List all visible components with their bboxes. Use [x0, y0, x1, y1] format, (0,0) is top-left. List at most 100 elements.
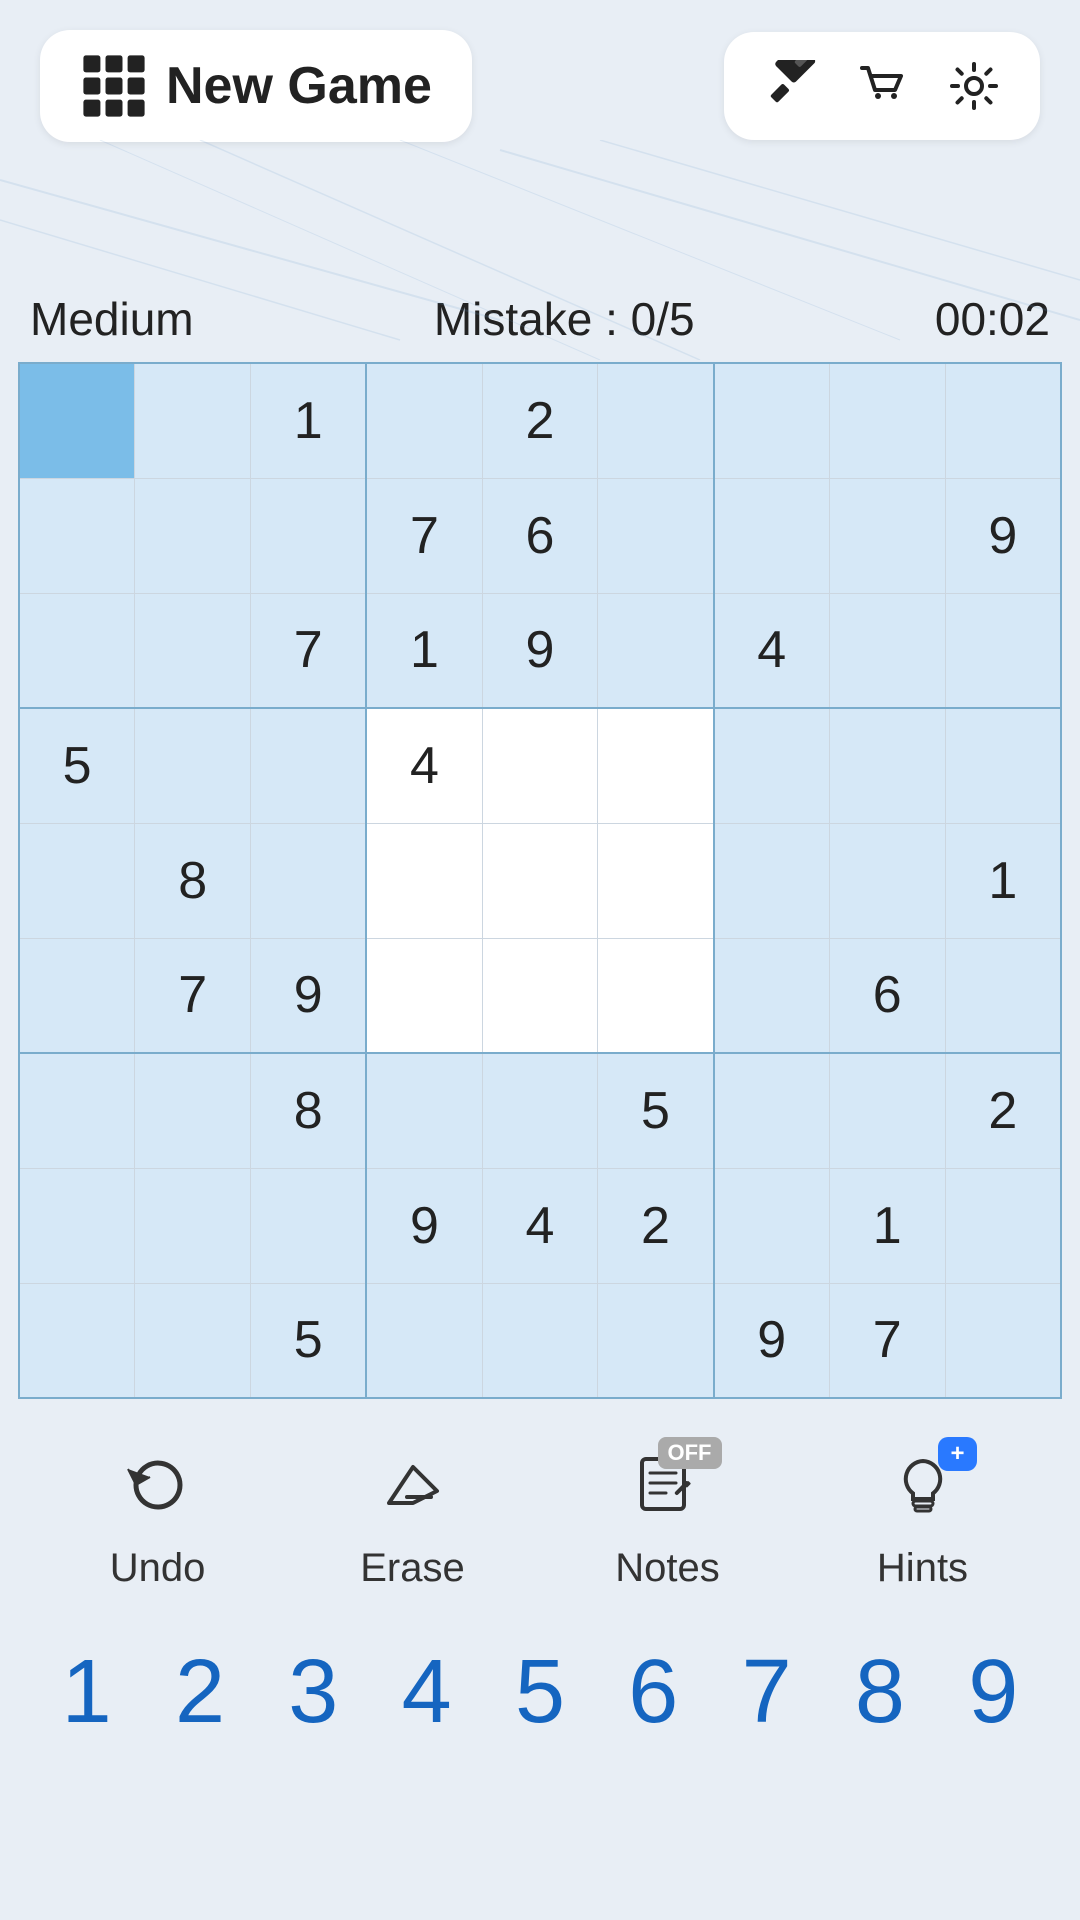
grid-cell[interactable]: 6 — [829, 938, 945, 1053]
grid-cell[interactable] — [251, 823, 367, 938]
grid-cell[interactable] — [19, 363, 135, 478]
grid-cell[interactable]: 2 — [945, 1053, 1061, 1168]
grid-cell[interactable] — [945, 1168, 1061, 1283]
grid-cell[interactable] — [945, 363, 1061, 478]
grid-cell[interactable] — [482, 823, 598, 938]
number-pad-button[interactable]: 4 — [377, 1641, 477, 1744]
grid-cell[interactable]: 7 — [251, 593, 367, 708]
number-pad-button[interactable]: 6 — [603, 1641, 703, 1744]
grid-cell[interactable] — [714, 1168, 830, 1283]
grid-cell[interactable] — [945, 1283, 1061, 1398]
grid-cell[interactable]: 9 — [945, 478, 1061, 593]
notes-button[interactable]: OFF Notes — [588, 1449, 748, 1591]
grid-cell[interactable] — [598, 823, 714, 938]
grid-cell[interactable] — [945, 593, 1061, 708]
grid-cell[interactable] — [829, 1053, 945, 1168]
grid-cell[interactable] — [598, 708, 714, 823]
grid-cell[interactable] — [598, 1283, 714, 1398]
number-pad-button[interactable]: 3 — [263, 1641, 363, 1744]
grid-cell[interactable] — [598, 593, 714, 708]
grid-cell[interactable]: 1 — [945, 823, 1061, 938]
number-pad-button[interactable]: 1 — [37, 1641, 137, 1744]
grid-cell[interactable] — [135, 1168, 251, 1283]
grid-cell[interactable]: 2 — [482, 363, 598, 478]
grid-cell[interactable] — [19, 593, 135, 708]
grid-cell[interactable]: 9 — [714, 1283, 830, 1398]
grid-cell[interactable] — [829, 593, 945, 708]
grid-cell[interactable] — [829, 708, 945, 823]
grid-cell[interactable] — [714, 938, 830, 1053]
grid-cell[interactable] — [366, 823, 482, 938]
grid-cell[interactable] — [366, 938, 482, 1053]
number-pad: 123456789 — [0, 1621, 1080, 1784]
grid-cell[interactable] — [482, 1283, 598, 1398]
grid-cell[interactable] — [945, 938, 1061, 1053]
grid-cell[interactable] — [19, 823, 135, 938]
grid-cell[interactable] — [714, 823, 830, 938]
grid-cell[interactable]: 4 — [366, 708, 482, 823]
grid-cell[interactable] — [135, 478, 251, 593]
grid-cell[interactable] — [19, 1168, 135, 1283]
grid-cell[interactable]: 1 — [366, 593, 482, 708]
grid-cell[interactable] — [482, 938, 598, 1053]
grid-cell[interactable]: 6 — [482, 478, 598, 593]
grid-cell[interactable] — [366, 1283, 482, 1398]
grid-cell[interactable]: 4 — [482, 1168, 598, 1283]
grid-cell[interactable]: 2 — [598, 1168, 714, 1283]
new-game-button[interactable]: New Game — [40, 30, 472, 142]
grid-cell[interactable] — [135, 708, 251, 823]
grid-cell[interactable] — [366, 1053, 482, 1168]
grid-cell[interactable] — [135, 1053, 251, 1168]
grid-cell[interactable]: 5 — [19, 708, 135, 823]
grid-cell[interactable]: 1 — [829, 1168, 945, 1283]
grid-cell[interactable] — [19, 1283, 135, 1398]
grid-cell[interactable] — [135, 363, 251, 478]
grid-cell[interactable]: 8 — [135, 823, 251, 938]
grid-cell[interactable] — [714, 478, 830, 593]
grid-cell[interactable] — [251, 478, 367, 593]
grid-cell[interactable] — [482, 708, 598, 823]
grid-cell[interactable]: 7 — [366, 478, 482, 593]
grid-cell[interactable] — [135, 593, 251, 708]
number-pad-button[interactable]: 5 — [490, 1641, 590, 1744]
grid-cell[interactable] — [714, 708, 830, 823]
grid-cell[interactable] — [19, 478, 135, 593]
hints-button[interactable]: + Hints — [843, 1449, 1003, 1591]
grid-cell[interactable] — [482, 1053, 598, 1168]
grid-cell[interactable] — [714, 1053, 830, 1168]
cart-button[interactable] — [846, 50, 918, 122]
grid-cell[interactable] — [19, 1053, 135, 1168]
grid-cell[interactable]: 7 — [829, 1283, 945, 1398]
cart-icon — [856, 60, 908, 112]
grid-cell[interactable]: 4 — [714, 593, 830, 708]
grid-cell[interactable]: 7 — [135, 938, 251, 1053]
settings-button[interactable] — [938, 50, 1010, 122]
erase-button[interactable]: Erase — [333, 1449, 493, 1591]
grid-cell[interactable] — [366, 363, 482, 478]
grid-cell[interactable] — [19, 938, 135, 1053]
grid-cell[interactable]: 8 — [251, 1053, 367, 1168]
grid-cell[interactable]: 9 — [366, 1168, 482, 1283]
grid-cell[interactable] — [598, 478, 714, 593]
paint-button[interactable] — [754, 50, 826, 122]
number-pad-button[interactable]: 8 — [830, 1641, 930, 1744]
grid-cell[interactable]: 5 — [251, 1283, 367, 1398]
grid-cell[interactable] — [829, 823, 945, 938]
grid-cell[interactable]: 9 — [482, 593, 598, 708]
number-pad-button[interactable]: 2 — [150, 1641, 250, 1744]
grid-cell[interactable]: 1 — [251, 363, 367, 478]
grid-cell[interactable] — [251, 1168, 367, 1283]
grid-cell[interactable]: 9 — [251, 938, 367, 1053]
undo-button[interactable]: Undo — [78, 1449, 238, 1591]
number-pad-button[interactable]: 9 — [943, 1641, 1043, 1744]
grid-cell[interactable] — [829, 363, 945, 478]
number-pad-button[interactable]: 7 — [717, 1641, 817, 1744]
grid-cell[interactable] — [598, 938, 714, 1053]
grid-cell[interactable] — [598, 363, 714, 478]
grid-cell[interactable]: 5 — [598, 1053, 714, 1168]
grid-cell[interactable] — [714, 363, 830, 478]
grid-cell[interactable] — [829, 478, 945, 593]
grid-cell[interactable] — [135, 1283, 251, 1398]
grid-cell[interactable] — [251, 708, 367, 823]
grid-cell[interactable] — [945, 708, 1061, 823]
